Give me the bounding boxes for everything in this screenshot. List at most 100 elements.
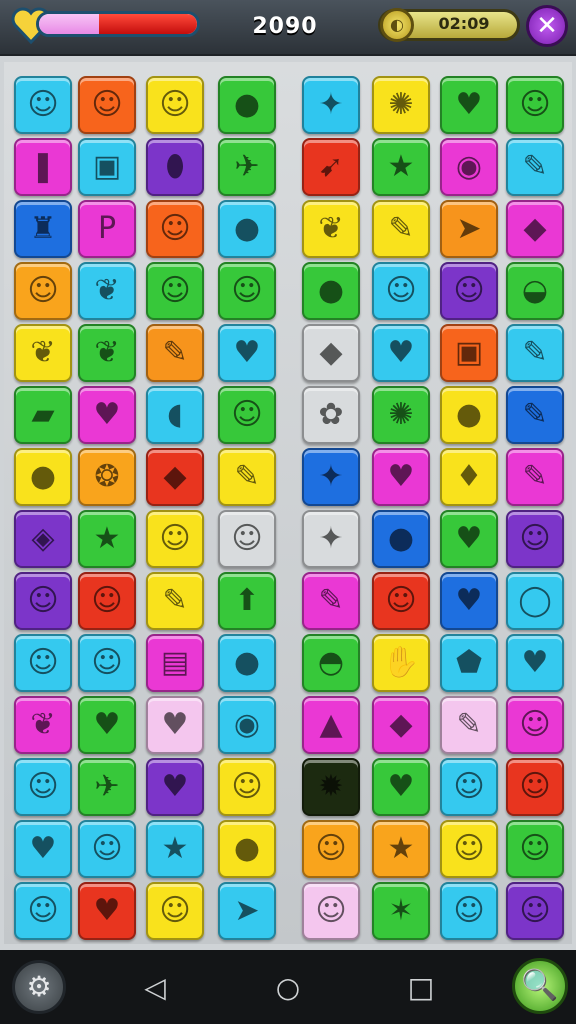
game-tile[interactable]: ❂ [78,448,136,506]
game-tile[interactable]: ❦ [14,324,72,382]
game-tile[interactable]: ▰ [14,386,72,444]
game-tile[interactable]: ✿ [302,386,360,444]
game-tile[interactable]: ♥ [440,572,498,630]
game-tile[interactable]: ⬮ [146,138,204,196]
game-tile[interactable]: ☺ [14,634,72,692]
game-tile[interactable]: ✎ [506,386,564,444]
game-tile[interactable]: ➤ [440,200,498,258]
game-tile[interactable]: ✺ [372,386,430,444]
game-tile[interactable]: ➤ [218,882,276,940]
game-tile[interactable]: ◈ [14,510,72,568]
game-tile[interactable]: ❦ [302,200,360,258]
home-button[interactable]: ○ [263,962,313,1012]
game-tile[interactable]: ✎ [506,448,564,506]
game-tile[interactable]: ◆ [146,448,204,506]
game-tile[interactable]: ♥ [78,696,136,754]
game-tile[interactable]: ☺ [146,200,204,258]
game-tile[interactable]: ☺ [78,820,136,878]
game-tile[interactable]: ♥ [146,758,204,816]
game-tile[interactable]: ◓ [302,634,360,692]
game-tile[interactable]: ♥ [78,882,136,940]
game-tile[interactable]: ★ [78,510,136,568]
game-tile[interactable]: ☺ [14,262,72,320]
game-tile[interactable]: ✎ [506,324,564,382]
game-tile[interactable]: ♦ [440,448,498,506]
game-tile[interactable]: ♥ [372,758,430,816]
game-tile[interactable]: ✎ [440,696,498,754]
game-tile[interactable]: ♥ [506,634,564,692]
game-tile[interactable]: ● [302,262,360,320]
game-tile[interactable]: ✦ [302,510,360,568]
game-tile[interactable]: ✈ [78,758,136,816]
game-tile[interactable]: ☺ [506,76,564,134]
game-tile[interactable]: ☺ [218,758,276,816]
game-tile[interactable]: P [78,200,136,258]
game-tile[interactable]: ☺ [506,820,564,878]
game-tile[interactable]: ▣ [440,324,498,382]
game-tile[interactable]: ▣ [78,138,136,196]
game-tile[interactable]: ✈ [218,138,276,196]
game-tile[interactable]: ♥ [218,324,276,382]
game-tile[interactable]: ☺ [218,262,276,320]
game-tile[interactable]: ➹ [302,138,360,196]
game-tile[interactable]: ☺ [146,882,204,940]
game-tile[interactable]: ✎ [302,572,360,630]
game-tile[interactable]: ☺ [302,820,360,878]
game-tile[interactable]: ★ [372,820,430,878]
game-tile[interactable]: ☺ [440,262,498,320]
game-tile[interactable]: ☺ [506,510,564,568]
game-tile[interactable]: ☺ [506,758,564,816]
game-tile[interactable]: ★ [372,138,430,196]
game-tile[interactable]: ✋ [372,634,430,692]
game-tile[interactable]: ▲ [302,696,360,754]
game-tile[interactable]: ✦ [302,76,360,134]
game-tile[interactable]: ♜ [14,200,72,258]
game-tile[interactable]: ◒ [506,262,564,320]
game-tile[interactable]: ♥ [78,386,136,444]
game-tile[interactable]: ⬟ [440,634,498,692]
game-tile[interactable]: ◆ [372,696,430,754]
game-tile[interactable]: ❦ [14,696,72,754]
game-tile[interactable]: ★ [146,820,204,878]
game-tile[interactable]: ♥ [440,510,498,568]
game-tile[interactable]: ☺ [14,572,72,630]
game-tile[interactable]: ◉ [218,696,276,754]
game-tile[interactable]: ❦ [78,324,136,382]
game-tile[interactable]: ✎ [146,324,204,382]
game-tile[interactable]: ☺ [372,572,430,630]
game-tile[interactable]: ☺ [506,882,564,940]
game-tile[interactable]: ☺ [218,510,276,568]
game-tile[interactable]: ◉ [440,138,498,196]
game-tile[interactable]: ● [218,76,276,134]
game-tile[interactable]: ☺ [372,262,430,320]
game-tile[interactable]: ☺ [14,76,72,134]
game-tile[interactable]: ▤ [146,634,204,692]
game-tile[interactable]: ♥ [440,76,498,134]
gear-button[interactable]: ⚙ [12,960,66,1014]
game-tile[interactable]: ✺ [372,76,430,134]
game-tile[interactable]: ☺ [14,758,72,816]
game-tile[interactable]: ☺ [302,882,360,940]
game-tile[interactable]: ☺ [440,882,498,940]
game-tile[interactable]: ☺ [78,634,136,692]
game-tile[interactable]: ✎ [506,138,564,196]
game-tile[interactable]: ⬆ [218,572,276,630]
game-tile[interactable]: ✦ [302,448,360,506]
game-tile[interactable]: ◆ [506,200,564,258]
game-tile[interactable]: ✎ [218,448,276,506]
game-tile[interactable]: ♥ [372,324,430,382]
game-tile[interactable]: ☺ [218,386,276,444]
game-tile[interactable]: ☺ [440,758,498,816]
game-tile[interactable]: ☺ [506,696,564,754]
game-tile[interactable]: ❚ [14,138,72,196]
game-tile[interactable]: ☺ [146,510,204,568]
game-tile[interactable]: ● [440,386,498,444]
search-button[interactable]: 🔍 [512,958,568,1014]
game-tile[interactable]: ◯ [506,572,564,630]
game-tile[interactable]: ☺ [78,76,136,134]
game-tile[interactable]: ☺ [78,572,136,630]
game-tile[interactable]: ♥ [372,448,430,506]
back-button[interactable]: ◁ [130,962,180,1012]
game-tile[interactable]: ◖ [146,386,204,444]
game-tile[interactable]: ☺ [146,262,204,320]
